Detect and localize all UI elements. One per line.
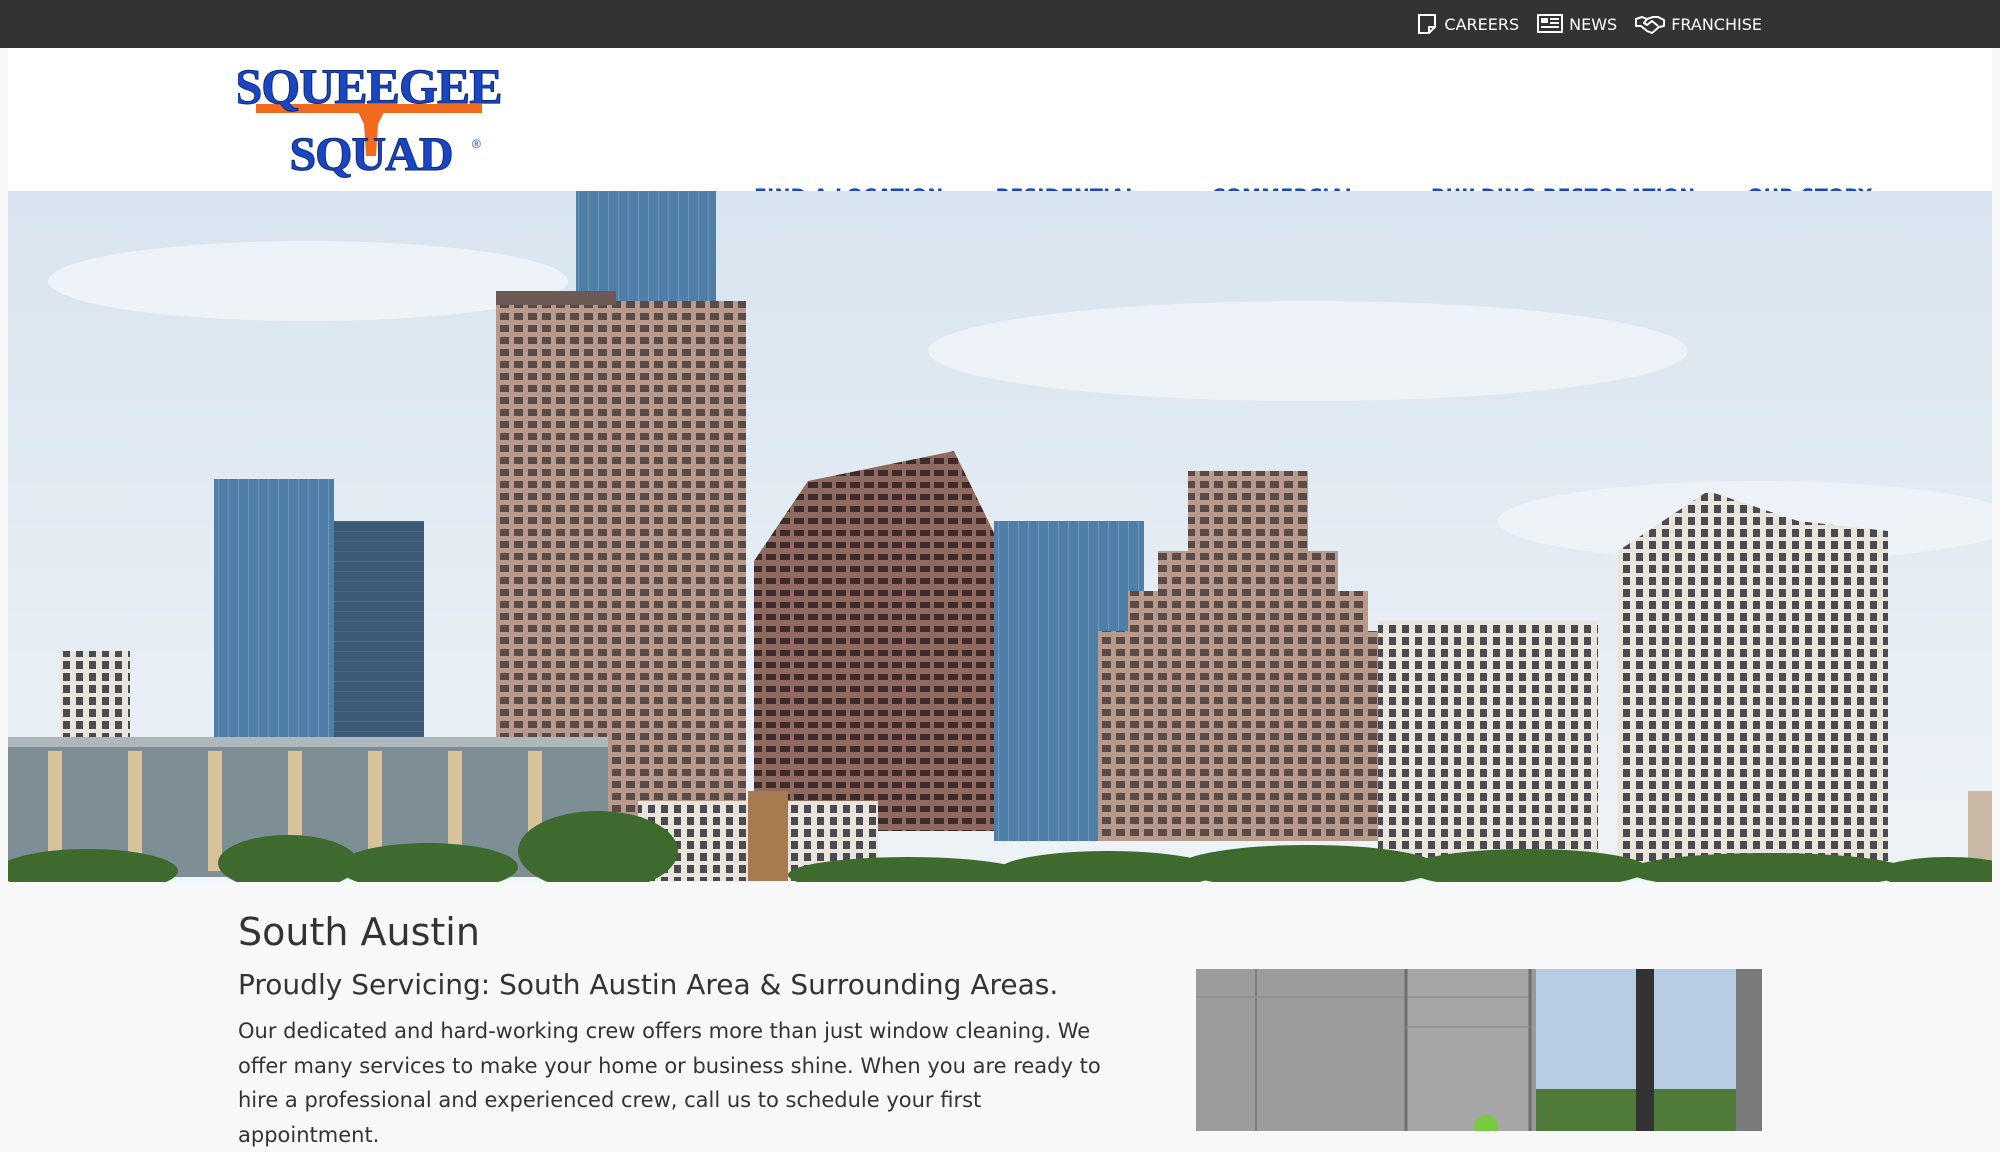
utility-bar: CAREERS NEWS FRANCHISE xyxy=(0,0,2000,48)
logo-registered-mark: ® xyxy=(472,137,481,151)
squeegee-squad-logo[interactable]: SQUEEGEE SQUAD ® xyxy=(234,56,518,184)
logo-graphic: SQUEEGEE SQUAD ® xyxy=(234,58,503,182)
news-link[interactable]: NEWS xyxy=(1537,14,1617,34)
franchise-label: FRANCHISE xyxy=(1671,14,1762,34)
document-icon xyxy=(1418,14,1437,34)
careers-link[interactable]: CAREERS xyxy=(1416,13,1519,35)
utility-nav: CAREERS NEWS FRANCHISE xyxy=(1416,0,1762,48)
handshake-icon xyxy=(1635,16,1666,34)
careers-label: CAREERS xyxy=(1444,14,1520,34)
news-label: NEWS xyxy=(1569,14,1618,34)
site-header: SQUEEGEE SQUAD ® FIND A LOCATION RESIDEN… xyxy=(8,48,1992,207)
logo-line1: SQUEEGEE xyxy=(238,58,502,114)
window-cleaning-photo xyxy=(1196,969,1762,1131)
location-content: South Austin Proudly Servicing: South Au… xyxy=(238,882,1762,1147)
franchise-link[interactable]: FRANCHISE xyxy=(1635,14,1762,34)
location-title: South Austin xyxy=(238,910,480,954)
newspaper-icon xyxy=(1537,14,1564,33)
location-description: Our dedicated and hard-working crew offe… xyxy=(238,1019,1101,1147)
hero-skyline-image xyxy=(8,191,1992,882)
service-area-subtitle: Proudly Servicing: South Austin Area & S… xyxy=(238,968,1059,1001)
logo-line2: SQUAD xyxy=(289,128,452,181)
